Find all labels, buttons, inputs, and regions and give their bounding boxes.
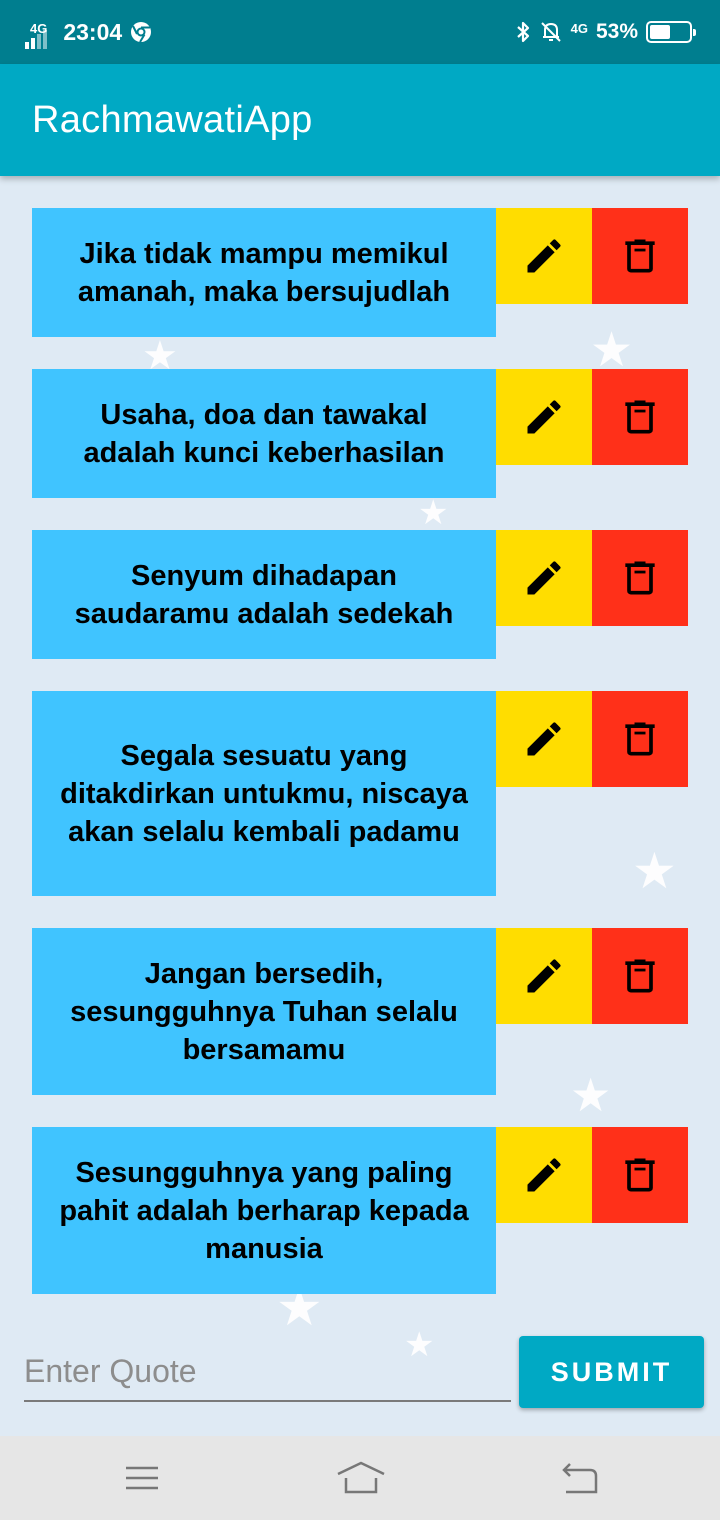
bluetooth-icon [516, 21, 529, 43]
delete-button[interactable] [592, 1127, 688, 1223]
edit-button[interactable] [496, 1127, 592, 1223]
trash-icon [625, 722, 655, 756]
mute-icon [540, 22, 561, 42]
star-icon: ★ [418, 493, 449, 533]
quote-text[interactable]: Jika tidak mampu memikul amanah, maka be… [32, 208, 496, 337]
battery-icon [646, 21, 696, 43]
quote-item: Senyum dihadapan saudaramu adalah sedeka… [32, 530, 688, 659]
quote-text[interactable]: Usaha, doa dan tawakal adalah kunci kebe… [32, 369, 496, 498]
delete-button[interactable] [592, 928, 688, 1024]
quote-text[interactable]: Jangan bersedih, sesungguhnya Tuhan sela… [32, 928, 496, 1095]
app-title: RachmawatiApp [32, 98, 313, 141]
status-bar: 4G 23:04 4G 53% [0, 0, 720, 64]
delete-button[interactable] [592, 530, 688, 626]
edit-button[interactable] [496, 928, 592, 1024]
navigation-bar [0, 1436, 720, 1520]
trash-icon [625, 1158, 655, 1192]
trash-icon [625, 239, 655, 273]
edit-button[interactable] [496, 530, 592, 626]
trash-icon [625, 561, 655, 595]
home-button[interactable] [336, 1460, 386, 1496]
battery-percent: 53% [595, 20, 638, 43]
edit-button[interactable] [496, 208, 592, 304]
quote-input-wrapper [24, 1336, 511, 1402]
quote-item: Jika tidak mampu memikul amanah, maka be… [32, 208, 688, 337]
quote-item: Sesungguhnya yang paling pahit adalah be… [32, 1127, 688, 1294]
back-icon [562, 1463, 598, 1494]
quote-text[interactable]: Segala sesuatu yang ditakdirkan untukmu,… [32, 691, 496, 896]
battery-level [650, 25, 671, 39]
app-bar: RachmawatiApp [0, 64, 720, 176]
pencil-icon [527, 722, 561, 756]
pencil-icon [527, 959, 561, 993]
quote-item: Usaha, doa dan tawakal adalah kunci kebe… [32, 369, 688, 498]
pencil-icon [527, 400, 561, 434]
home-icon [337, 1461, 385, 1494]
menu-button[interactable] [122, 1460, 162, 1496]
trash-icon [625, 959, 655, 993]
quote-input[interactable] [24, 1336, 511, 1400]
network-type-left: 4G [30, 20, 48, 36]
quote-text[interactable]: Senyum dihadapan saudaramu adalah sedeka… [32, 530, 496, 659]
back-button[interactable] [560, 1460, 600, 1496]
delete-button[interactable] [592, 691, 688, 787]
trash-icon [625, 400, 655, 434]
delete-button[interactable] [592, 369, 688, 465]
submit-button[interactable]: SUBMIT [519, 1336, 704, 1408]
delete-button[interactable] [592, 208, 688, 304]
edit-button[interactable] [496, 369, 592, 465]
menu-icon [126, 1466, 158, 1490]
quote-text[interactable]: Sesungguhnya yang paling pahit adalah be… [32, 1127, 496, 1294]
pencil-icon [527, 561, 561, 595]
edit-button[interactable] [496, 691, 592, 787]
pencil-icon [527, 239, 561, 273]
quote-item: Segala sesuatu yang ditakdirkan untukmu,… [32, 691, 688, 896]
clock: 23:04 [63, 18, 123, 45]
chrome-icon [131, 22, 152, 43]
pencil-icon [527, 1158, 561, 1192]
network-type-right: 4G [570, 20, 588, 36]
quote-item: Jangan bersedih, sesungguhnya Tuhan sela… [32, 928, 688, 1095]
